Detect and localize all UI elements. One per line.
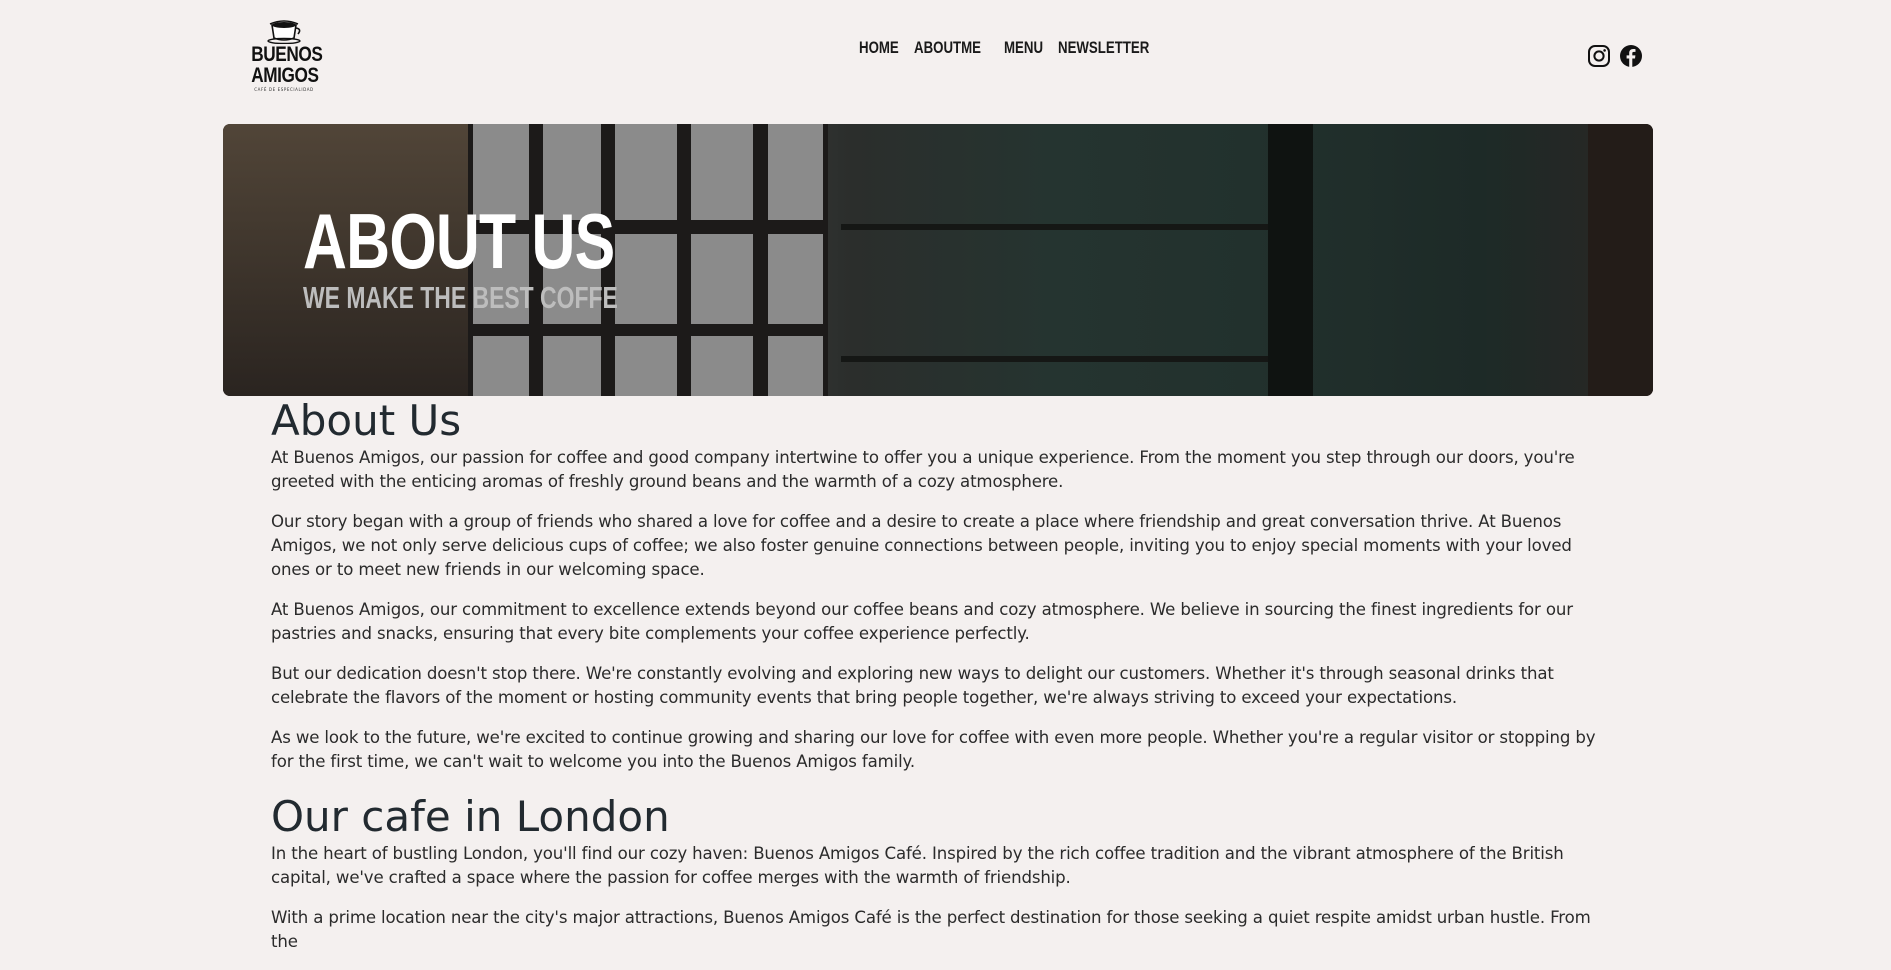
logo[interactable]: BUENOS AMIGOS CAFÉ DE ESPECIALIDAD: [244, 18, 324, 100]
logo-line-1: BUENOS: [251, 43, 323, 66]
hero-photo-pane: [615, 234, 677, 324]
hero-photo-shelf: [841, 356, 1281, 362]
hero-subtitle: WE MAKE THE BEST COFFE: [303, 280, 618, 315]
about-paragraph: At Buenos Amigos, our passion for coffee…: [271, 448, 1575, 491]
main-content: About Us At Buenos Amigos, our passion f…: [271, 398, 1611, 970]
hero-photo-pane: [768, 234, 823, 324]
nav-aboutme-link[interactable]: ABOUTME: [914, 38, 981, 58]
coffee-cup-icon: [267, 20, 301, 44]
nav-home-link[interactable]: HOME: [859, 38, 899, 58]
london-heading: Our cafe in London: [271, 792, 670, 841]
hero-photo-pane: [543, 336, 601, 396]
about-paragraph: But our dedication doesn't stop there. W…: [271, 664, 1554, 707]
hero-photo-pane: [691, 124, 753, 220]
hero-photo-pillar: [1268, 124, 1313, 396]
hero-title: ABOUT US: [303, 197, 615, 285]
site-header: BUENOS AMIGOS CAFÉ DE ESPECIALIDAD HOME …: [0, 0, 1891, 110]
instagram-icon[interactable]: [1587, 44, 1611, 68]
about-paragraph: At Buenos Amigos, our commitment to exce…: [271, 600, 1573, 643]
facebook-icon[interactable]: [1619, 44, 1643, 68]
social-links: [1587, 44, 1643, 68]
london-paragraph: In the heart of bustling London, you'll …: [271, 844, 1564, 887]
hero-photo-shelf: [841, 224, 1281, 230]
nav-newsletter-link[interactable]: NEWSLETTER: [1058, 38, 1149, 58]
hero-photo-bottles: [1588, 124, 1653, 396]
nav-menu-link[interactable]: MENU: [1004, 38, 1043, 58]
logo-line-2: AMIGOS: [251, 64, 319, 87]
main-nav: HOME ABOUTME MENU NEWSLETTER: [859, 38, 1163, 58]
london-paragraph: With a prime location near the city's ma…: [271, 908, 1591, 951]
hero-photo-pane: [691, 234, 753, 324]
hero-photo-pane: [615, 336, 677, 396]
hero-photo-pane: [615, 124, 677, 220]
hero-photo-pane: [768, 336, 823, 396]
about-paragraph: Our story began with a group of friends …: [271, 512, 1572, 579]
hero-photo-pane: [768, 124, 823, 220]
hero-photo-pane: [473, 336, 529, 396]
hero-banner: ABOUT US WE MAKE THE BEST COFFE: [223, 124, 1653, 396]
hero-photo-pane: [691, 336, 753, 396]
about-paragraph: As we look to the future, we're excited …: [271, 728, 1596, 771]
about-heading: About Us: [271, 396, 462, 445]
logo-tagline: CAFÉ DE ESPECIALIDAD: [254, 87, 314, 92]
